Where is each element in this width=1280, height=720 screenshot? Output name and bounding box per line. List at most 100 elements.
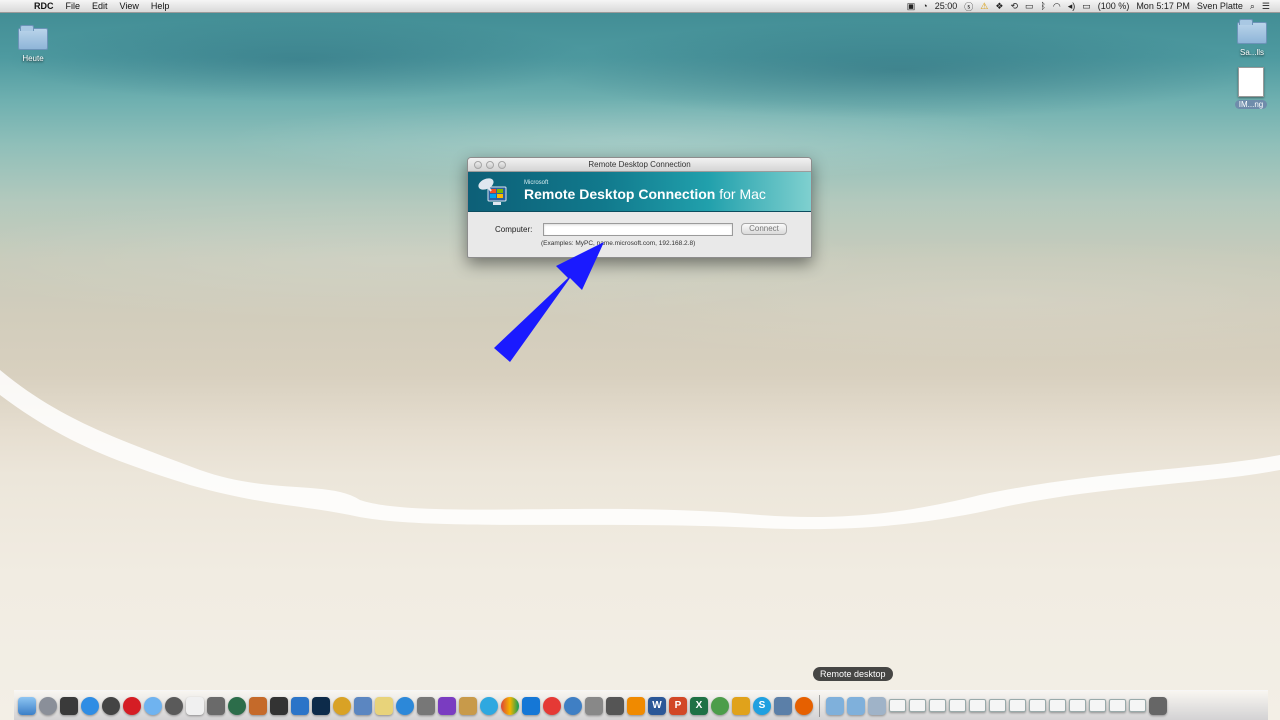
- timer-icon[interactable]: ◔: [922, 1, 927, 11]
- globe-icon[interactable]: [564, 696, 582, 715]
- wifi-icon[interactable]: ◠: [1053, 1, 1061, 12]
- user-name[interactable]: Sven Platte: [1197, 1, 1243, 11]
- menu-file[interactable]: File: [60, 1, 87, 11]
- close-button[interactable]: [474, 161, 482, 169]
- computer-input[interactable]: [543, 223, 733, 236]
- menu-help[interactable]: Help: [145, 1, 176, 11]
- warning-icon[interactable]: ⚠: [980, 1, 988, 12]
- rocket-icon[interactable]: [39, 696, 57, 715]
- powerpoint-icon[interactable]: P: [669, 696, 687, 715]
- minimized-window-icon[interactable]: [1029, 699, 1046, 712]
- skype-tray-icon[interactable]: ⓢ: [964, 0, 973, 13]
- downloads-folder-icon[interactable]: [826, 696, 844, 715]
- desktop-icon-label: Heute: [22, 54, 44, 63]
- battery-percent: (100 %): [1097, 1, 1130, 11]
- zoom-button[interactable]: [498, 161, 506, 169]
- minimized-window-icon[interactable]: [889, 699, 906, 712]
- itunes-icon[interactable]: [165, 696, 183, 715]
- documents-folder-icon[interactable]: [847, 696, 865, 715]
- mission-control-icon[interactable]: [60, 696, 78, 715]
- camera-icon[interactable]: [585, 696, 603, 715]
- rdc-icon[interactable]: [774, 696, 792, 715]
- connect-button[interactable]: Connect: [741, 223, 787, 235]
- minimized-window-icon[interactable]: [1109, 699, 1126, 712]
- screen-record-icon[interactable]: ▣: [907, 1, 916, 12]
- applications-folder-icon[interactable]: [868, 696, 886, 715]
- rdc-window: Remote Desktop Connection Microsoft Remo…: [467, 157, 812, 258]
- purple-app-icon[interactable]: [438, 696, 456, 715]
- opera-icon[interactable]: [123, 696, 141, 715]
- menu-view[interactable]: View: [114, 1, 145, 11]
- display-icon[interactable]: ▭: [1025, 1, 1034, 12]
- radar-icon[interactable]: [102, 696, 120, 715]
- pen-icon[interactable]: [270, 696, 288, 715]
- menu-extras: ▣ ◔ 25:00 ⓢ ⚠ ❖ ⟲ ▭ ᛒ ◠ ◂) ▭ (100 %) Mon…: [907, 0, 1280, 13]
- computer-label: Computer:: [495, 225, 533, 234]
- minimized-window-icon[interactable]: [1009, 699, 1026, 712]
- minimized-window-icon[interactable]: [989, 699, 1006, 712]
- book-icon[interactable]: [459, 696, 477, 715]
- notification-icon[interactable]: ☰: [1262, 1, 1270, 12]
- word-icon[interactable]: W: [648, 696, 666, 715]
- minimized-window-icon[interactable]: [929, 699, 946, 712]
- minimized-window-icon[interactable]: [1069, 699, 1086, 712]
- window-titlebar[interactable]: Remote Desktop Connection: [468, 158, 811, 172]
- dropbox-icon[interactable]: ❖: [995, 1, 1003, 12]
- headphones-icon[interactable]: [333, 696, 351, 715]
- minimized-window-icon[interactable]: [949, 699, 966, 712]
- rdc-logo-icon: [478, 178, 507, 205]
- messages-icon[interactable]: [144, 696, 162, 715]
- minimize-button[interactable]: [486, 161, 494, 169]
- desktop-folder-heute[interactable]: Heute: [8, 25, 58, 63]
- vpn-icon[interactable]: [711, 696, 729, 715]
- minimized-window-icon[interactable]: [1049, 699, 1066, 712]
- tomato-icon[interactable]: [543, 696, 561, 715]
- clock[interactable]: Mon 5:17 PM: [1136, 1, 1190, 11]
- safari-icon[interactable]: [81, 696, 99, 715]
- minimized-window-icon[interactable]: [909, 699, 926, 712]
- menu-edit[interactable]: Edit: [86, 1, 114, 11]
- utility-icon[interactable]: [417, 696, 435, 715]
- calendar-icon[interactable]: [186, 696, 204, 715]
- stickies-icon[interactable]: [375, 696, 393, 715]
- minimized-window-icon[interactable]: [969, 699, 986, 712]
- time-machine-tray-icon[interactable]: ⟲: [1010, 1, 1018, 12]
- trash-icon[interactable]: [1149, 696, 1167, 715]
- s-icon[interactable]: S: [753, 696, 771, 715]
- finder-icon[interactable]: [18, 696, 36, 715]
- chart-icon[interactable]: [291, 696, 309, 715]
- chrome-icon[interactable]: [501, 696, 519, 715]
- firefox-icon[interactable]: [795, 696, 813, 715]
- banner-product-bold: Remote Desktop Connection: [524, 186, 716, 202]
- excel-icon[interactable]: X: [690, 696, 708, 715]
- calc-icon[interactable]: [606, 696, 624, 715]
- spotlight-icon[interactable]: ⌕: [1250, 1, 1255, 12]
- skype-blue-icon[interactable]: [480, 696, 498, 715]
- rdc-banner: Microsoft Remote Desktop Connection for …: [468, 172, 811, 212]
- dock: W P X S: [14, 690, 1268, 720]
- desktop-icon-label: IM...ng: [1234, 100, 1268, 109]
- timer-value: 25:00: [934, 1, 958, 11]
- minimized-window-icon[interactable]: [1089, 699, 1106, 712]
- preview-icon[interactable]: [354, 696, 372, 715]
- window-title: Remote Desktop Connection: [588, 160, 691, 169]
- teamviewer-icon[interactable]: [522, 696, 540, 715]
- time-machine-icon[interactable]: [228, 696, 246, 715]
- folder-icon: [18, 25, 48, 50]
- wave-foam: [0, 370, 1280, 530]
- app-store-icon[interactable]: [396, 696, 414, 715]
- activity-icon[interactable]: [249, 696, 267, 715]
- battery-icon[interactable]: ▭: [1082, 1, 1091, 12]
- menu-app[interactable]: RDC: [28, 1, 60, 11]
- volume-icon[interactable]: ◂): [1068, 1, 1076, 12]
- system-icon[interactable]: [207, 696, 225, 715]
- document-icon: [1238, 67, 1264, 97]
- minimized-window-icon[interactable]: [1129, 699, 1146, 712]
- desktop-folder-salls[interactable]: Sa...lls: [1227, 19, 1277, 57]
- desktop-file-img[interactable]: IM...ng: [1226, 67, 1276, 109]
- banner-product-rest: for Mac: [715, 186, 766, 202]
- photoshop-icon[interactable]: [312, 696, 330, 715]
- vlc-icon[interactable]: [627, 696, 645, 715]
- bluetooth-icon[interactable]: ᛒ: [1041, 1, 1046, 11]
- remote-icon[interactable]: [732, 696, 750, 715]
